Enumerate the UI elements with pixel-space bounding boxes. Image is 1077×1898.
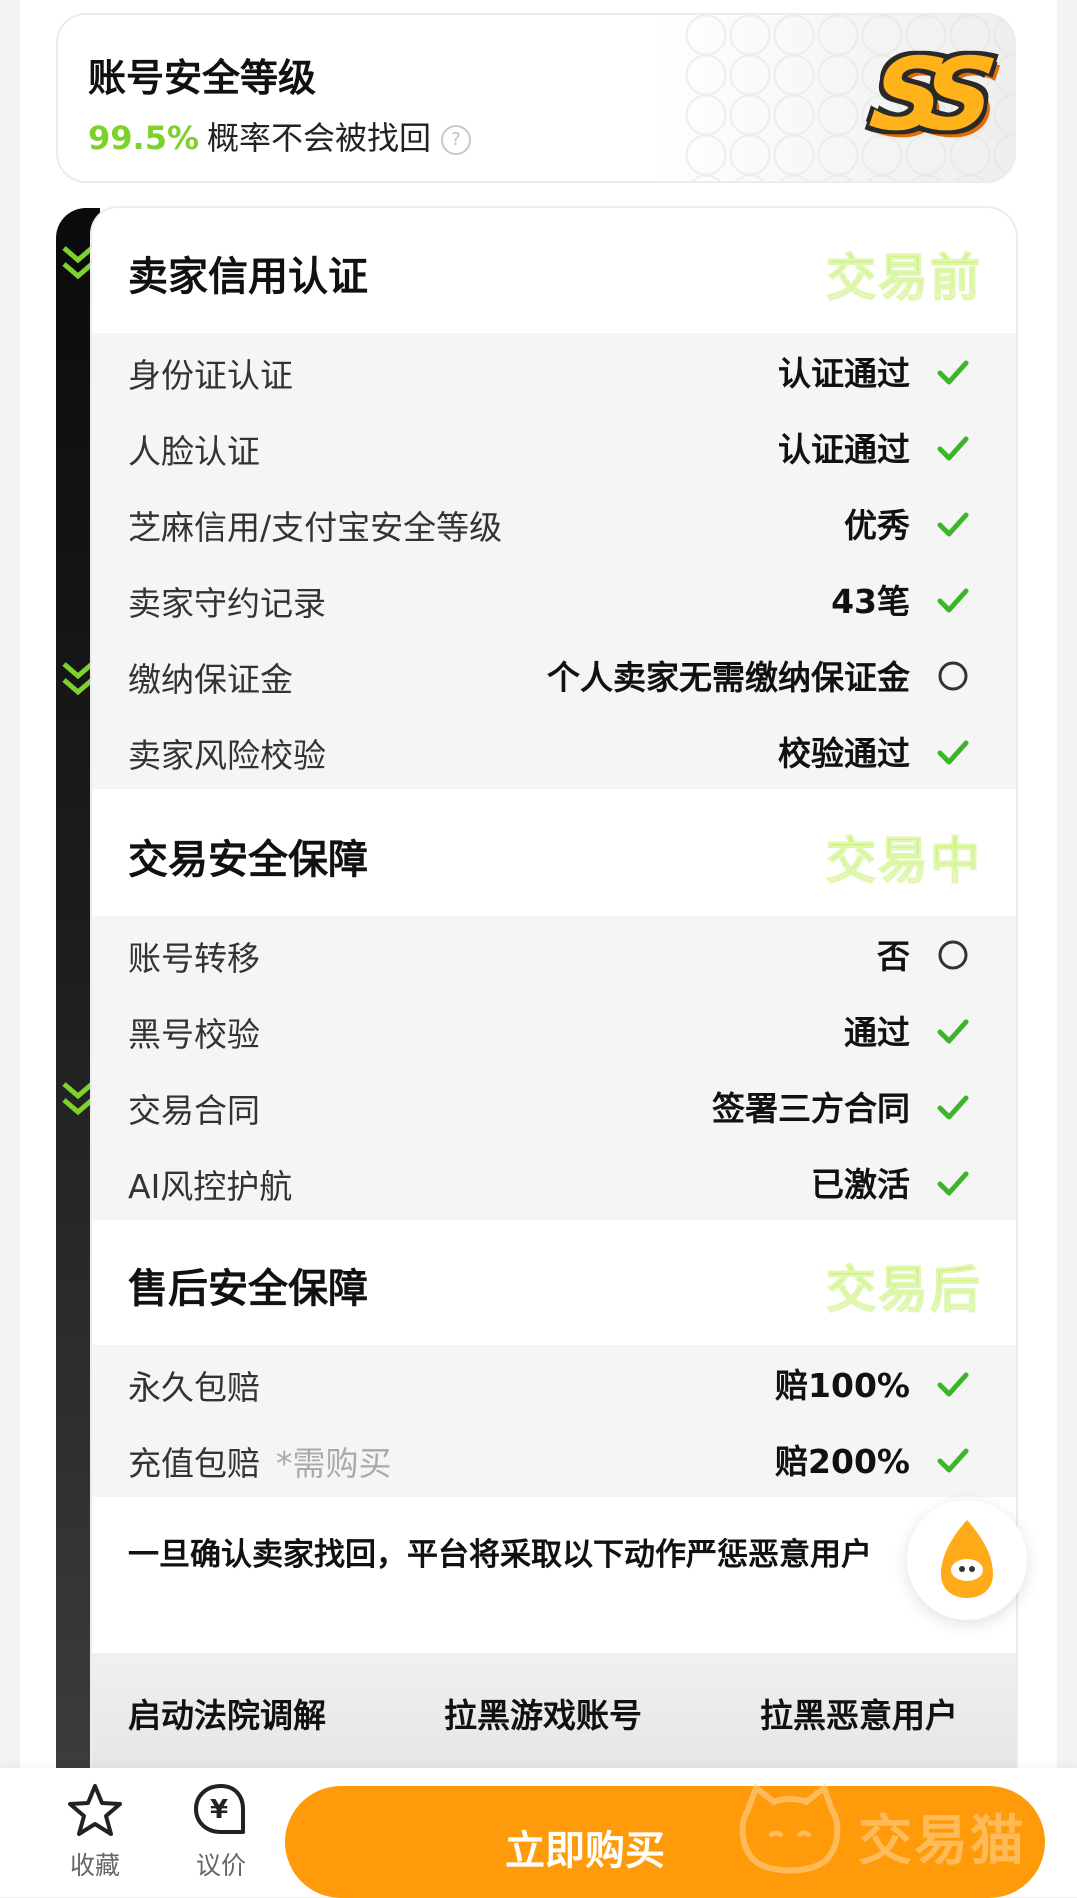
list-item: AI风控护航 已激活	[92, 1144, 1016, 1220]
buy-now-label: 立即购买	[505, 1828, 665, 1874]
check-icon	[937, 436, 969, 461]
trade-safety-rows: 账号转移 否 黑号校验 通过 交易合同 签署三方合同 AI风控护航 已激活	[92, 916, 1016, 1220]
seller-credit-rows: 身份证认证 认证通过 人脸认证 认证通过 芝麻信用/支付宝安全等级 优秀 卖家守…	[92, 333, 1016, 789]
action-block-game-account: 拉黑游戏账号	[444, 1696, 642, 1735]
check-icon	[937, 512, 969, 537]
purchase-note: *需购买	[276, 1444, 392, 1483]
chevron-down-icon	[62, 662, 94, 696]
chevron-down-icon	[62, 246, 94, 280]
security-percent: 99.5%	[88, 119, 200, 157]
row-label: 黑号校验	[128, 1015, 260, 1054]
circle-icon	[938, 940, 968, 970]
row-label: 交易合同	[128, 1091, 260, 1130]
notice-text: 一旦确认卖家找回，平台将采取以下动作严惩恶意用户	[128, 1537, 872, 1573]
stage-label: 交易中	[826, 821, 982, 893]
list-item: 充值包赔 *需购买 赔200%	[92, 1421, 1016, 1497]
row-label: 卖家风险校验	[128, 736, 326, 775]
row-value: 赔100%	[775, 1366, 910, 1405]
after-sale-rows: 永久包赔 赔100% 充值包赔 *需购买 赔200%	[92, 1345, 1016, 1497]
list-item: 账号转移 否	[92, 916, 1016, 992]
question-circle-icon[interactable]: ?	[441, 125, 472, 155]
section-title: 卖家信用认证	[128, 254, 368, 300]
action-block-user: 拉黑恶意用户	[760, 1696, 958, 1735]
check-icon	[937, 1095, 969, 1120]
check-icon	[937, 360, 969, 385]
buy-now-button[interactable]: 立即购买	[285, 1786, 1045, 1898]
check-icon	[937, 740, 969, 765]
section-title: 交易安全保障	[128, 837, 368, 883]
bottom-action-bar: 收藏 ¥ 议价 立即购买	[0, 1768, 1077, 1898]
security-level-card: 账号安全等级 99.5% 概率不会被找回? SS	[56, 13, 1016, 183]
penalty-actions: 启动法院调解 拉黑游戏账号 拉黑恶意用户	[92, 1653, 1016, 1768]
security-level-subtitle: 99.5% 概率不会被找回?	[88, 113, 472, 159]
row-label: 缴纳保证金	[128, 660, 293, 699]
list-item: 身份证认证 认证通过	[92, 333, 1016, 409]
section-header-after-sale: 售后安全保障 交易后	[92, 1220, 1016, 1345]
row-label: 充值包赔 *需购买	[128, 1437, 392, 1485]
row-value: 优秀	[844, 506, 910, 545]
row-label: 账号转移	[128, 939, 260, 978]
list-item: 人脸认证 认证通过	[92, 409, 1016, 485]
security-level-title: 账号安全等级	[88, 56, 317, 100]
section-header-seller-credit: 卖家信用认证 交易前	[92, 208, 1016, 333]
row-value: 43笔	[831, 582, 910, 621]
list-item: 卖家风险校验 校验通过	[92, 713, 1016, 789]
row-value: 已激活	[811, 1165, 910, 1204]
list-item: 黑号校验 通过	[92, 992, 1016, 1068]
row-label: 身份证认证	[128, 356, 293, 395]
row-label: 芝麻信用/支付宝安全等级	[128, 508, 503, 547]
label-text: 充值包赔	[128, 1444, 260, 1483]
star-icon	[68, 1784, 122, 1836]
list-item: 芝麻信用/支付宝安全等级 优秀	[92, 485, 1016, 561]
customer-service-button[interactable]	[907, 1500, 1027, 1620]
row-label: 永久包赔	[128, 1368, 260, 1407]
rank-badge: SS	[863, 36, 985, 153]
stage-label: 交易前	[826, 238, 982, 310]
penalty-notice: 一旦确认卖家找回，平台将采取以下动作严惩恶意用户	[92, 1498, 1016, 1658]
row-value: 通过	[844, 1013, 910, 1052]
mascot-icon	[941, 1520, 993, 1598]
row-value: 否	[877, 937, 910, 976]
check-icon	[937, 1171, 969, 1196]
list-item: 缴纳保证金 个人卖家无需缴纳保证金	[92, 637, 1016, 713]
row-value: 个人卖家无需缴纳保证金	[547, 658, 910, 697]
guarantee-panel: 卖家信用认证 交易前 身份证认证 认证通过 人脸认证 认证通过 芝麻信用/支付宝…	[56, 208, 1016, 1768]
stage-label: 交易后	[826, 1250, 982, 1322]
check-icon	[937, 1019, 969, 1044]
row-label: 卖家守约记录	[128, 584, 326, 623]
check-icon	[937, 588, 969, 613]
row-value: 校验通过	[778, 734, 910, 773]
guarantee-card: 卖家信用认证 交易前 身份证认证 认证通过 人脸认证 认证通过 芝麻信用/支付宝…	[92, 208, 1016, 1768]
list-item: 卖家守约记录 43笔	[92, 561, 1016, 637]
row-value: 认证通过	[778, 354, 910, 393]
circle-icon	[938, 661, 968, 691]
action-court-mediation: 启动法院调解	[128, 1696, 326, 1735]
check-icon	[937, 1448, 969, 1473]
row-value: 签署三方合同	[712, 1089, 910, 1128]
chevron-down-icon	[62, 1082, 94, 1116]
list-item: 永久包赔 赔100%	[92, 1345, 1016, 1421]
security-description: 概率不会被找回	[207, 119, 432, 157]
check-icon	[937, 1372, 969, 1397]
list-item: 交易合同 签署三方合同	[92, 1068, 1016, 1144]
row-label: AI风控护航	[128, 1167, 293, 1206]
row-value: 认证通过	[778, 430, 910, 469]
section-title: 售后安全保障	[128, 1266, 368, 1312]
row-value: 赔200%	[775, 1442, 910, 1481]
section-header-trade-safety: 交易安全保障 交易中	[92, 791, 1016, 916]
row-label: 人脸认证	[128, 432, 260, 471]
